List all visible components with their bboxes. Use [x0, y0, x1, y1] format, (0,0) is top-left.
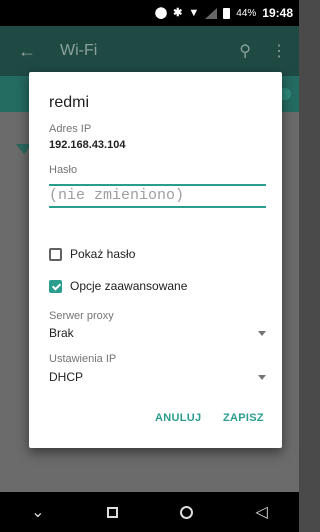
password-placeholder: (nie zmieniono) [49, 186, 185, 204]
advanced-options-checkbox[interactable] [49, 279, 62, 293]
ip-settings-label: Ustawienia IP [49, 353, 117, 365]
navigation-bar: ⌄ ◁ [0, 492, 299, 532]
hide-keyboard-icon[interactable]: ⌄ [31, 502, 44, 522]
location-icon: ⬤ [154, 6, 168, 19]
wifi-icon: ▼ [188, 6, 200, 19]
advanced-options-label: Opcje zaawansowane [70, 279, 188, 293]
status-bar: ⬤ ✱ ▼ 44% 19:48 [0, 0, 299, 26]
page-title: Wi-Fi [60, 42, 98, 59]
app-bar: ← Wi-Fi ⚲ ⋮ [0, 26, 299, 76]
battery-percent: 44% [236, 7, 257, 19]
search-icon[interactable]: ⚲ [239, 41, 251, 61]
chevron-down-icon [258, 374, 266, 380]
network-dialog: redmi Adres IP 192.168.43.104 Hasło (nie… [29, 72, 282, 448]
home-icon[interactable] [180, 505, 194, 519]
password-label: Hasło [49, 164, 78, 176]
clock: 19:48 [262, 6, 293, 20]
save-button[interactable]: ZAPISZ [223, 412, 264, 424]
ip-settings-select[interactable]: DHCP [49, 368, 266, 386]
ip-settings-value: DHCP [49, 370, 84, 384]
proxy-value: Brak [49, 326, 74, 340]
proxy-select[interactable]: Brak [49, 324, 266, 342]
more-options-icon[interactable]: ⋮ [271, 41, 287, 61]
recent-apps-icon[interactable] [106, 506, 118, 518]
proxy-label: Serwer proxy [49, 310, 114, 322]
dialog-title: redmi [49, 94, 90, 111]
advanced-options-checkbox-row[interactable]: Opcje zaawansowane [49, 279, 187, 293]
show-password-checkbox[interactable] [49, 247, 62, 261]
show-password-checkbox-row[interactable]: Pokaż hasło [49, 247, 135, 261]
battery-icon [223, 7, 231, 19]
signal-icon [205, 7, 218, 19]
bluetooth-icon: ✱ [173, 6, 183, 19]
password-field[interactable]: (nie zmieniono) [49, 184, 266, 208]
ip-label: Adres IP [49, 123, 92, 135]
back-arrow-icon[interactable]: ← [18, 41, 38, 62]
cancel-button[interactable]: ANULUJ [155, 412, 201, 424]
chevron-down-icon [258, 330, 266, 336]
back-icon[interactable]: ◁ [256, 502, 268, 522]
show-password-label: Pokaż hasło [70, 247, 136, 261]
ip-value: 192.168.43.104 [49, 139, 126, 151]
